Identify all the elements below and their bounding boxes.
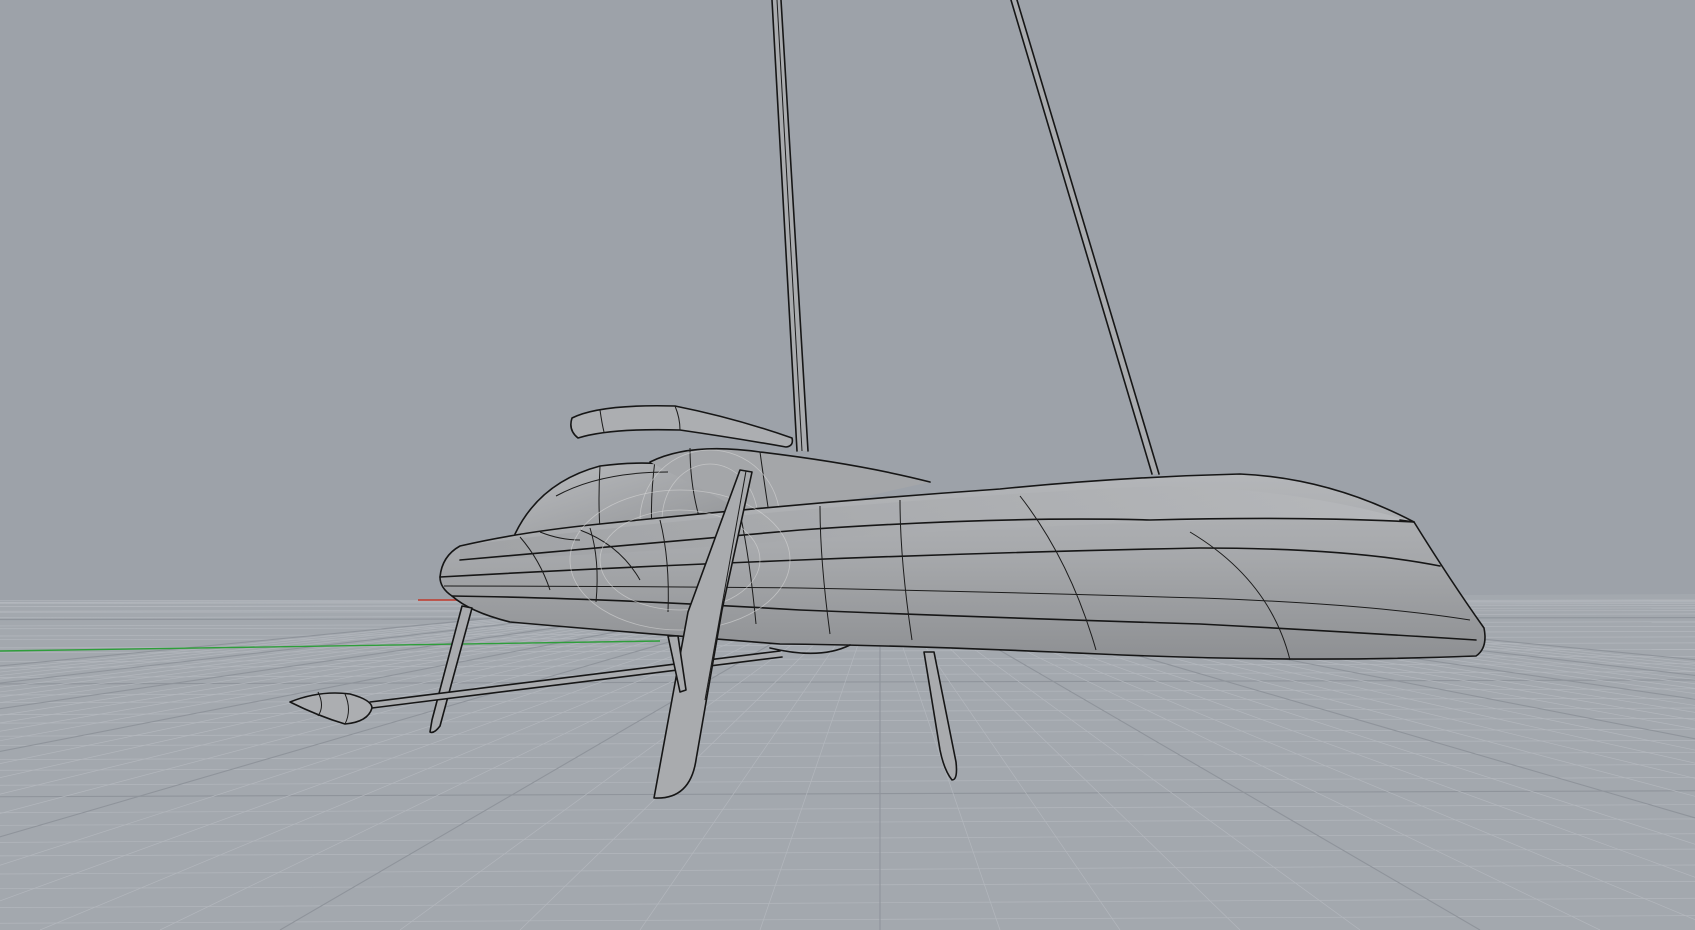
- viewport-canvas[interactable]: [0, 0, 1695, 930]
- 3d-viewport[interactable]: [0, 0, 1695, 930]
